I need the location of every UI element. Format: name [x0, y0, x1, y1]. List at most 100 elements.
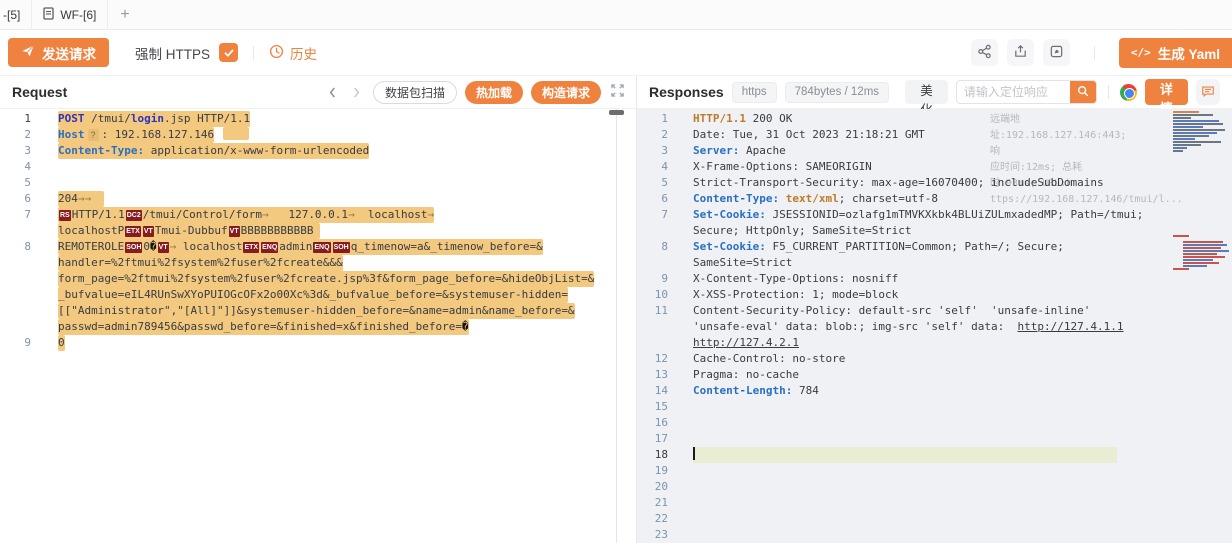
code-line: Secure; HttpOnly; SameSite=Strict [637, 223, 1232, 239]
hot-reload-button[interactable]: 热加载 [465, 81, 523, 104]
export-button[interactable] [1007, 39, 1034, 66]
main-split: Request 数据包扫描 热加载 构造请求 1POST /tmui/login… [0, 76, 1232, 543]
details-button[interactable]: 详情 [1145, 79, 1189, 105]
app-window: { "colors": { "accent": "#f0823f", "high… [0, 0, 1232, 543]
code-line: localhostPETXVTTmui-DubbufVTBBBBBBBBBBB [0, 223, 636, 239]
line-number: 6 [0, 191, 44, 207]
response-panel: Responses https 784bytes / 12ms 美化 详情 [637, 76, 1232, 543]
code-line: SameSite=Strict [637, 255, 1232, 271]
search-input[interactable] [957, 81, 1070, 103]
line-number: 6 [637, 191, 681, 207]
code-icon: </> [1131, 46, 1151, 59]
share-icon [977, 44, 992, 62]
code-line: 2Date: Tue, 31 Oct 2023 21:18:21 GMT [637, 127, 1232, 143]
export-icon [1013, 44, 1028, 62]
beautify-button[interactable]: 美化 [905, 80, 948, 104]
code-line: 1POST /tmui/login.jsp HTTP/1.1 [0, 111, 636, 127]
code-line: 16 [637, 415, 1232, 431]
line-number: 2 [637, 127, 681, 143]
code-line: 18 [637, 447, 1232, 463]
response-editor[interactable]: 远端地址:192.168.127.146:443; 响 应时间:12ms; 总耗… [637, 109, 1232, 543]
prev-request-button[interactable] [325, 87, 341, 98]
line-number [0, 255, 44, 271]
generate-yaml-button[interactable]: </> 生成 Yaml [1119, 38, 1232, 68]
code-line: 23 [637, 527, 1232, 543]
feedback-button[interactable] [1196, 79, 1220, 105]
share-button[interactable] [971, 39, 998, 66]
send-request-button[interactable]: 发送请求 [8, 38, 109, 67]
search-button[interactable] [1070, 81, 1096, 103]
tab-5[interactable]: -[5] [0, 0, 32, 29]
line-number [0, 223, 44, 239]
line-number [637, 335, 681, 351]
build-request-button[interactable]: 构造请求 [531, 81, 601, 104]
line-number: 11 [637, 303, 681, 319]
text-cursor [693, 447, 695, 460]
code-line: 14Content-Length: 784 [637, 383, 1232, 399]
request-panel: Request 数据包扫描 热加载 构造请求 1POST /tmui/login… [0, 76, 637, 543]
line-number: 20 [637, 479, 681, 495]
line-number: 9 [0, 335, 44, 351]
code-line: 1HTTP/1.1 200 OK [637, 111, 1232, 127]
line-number: 4 [0, 159, 44, 175]
code-line: 11Content-Security-Policy: default-src '… [637, 303, 1232, 319]
clock-icon [269, 44, 284, 62]
force-https-toggle: 强制 HTTPS [135, 43, 238, 63]
code-line: passwd=admin789456&passwd_before=&finish… [0, 319, 636, 335]
code-line: 8REMOTEROLESOH0�VT→ localhostETXENQadmin… [0, 239, 636, 255]
code-line: 22 [637, 511, 1232, 527]
code-line: 5 [0, 175, 636, 191]
line-number: 17 [637, 431, 681, 447]
line-number [0, 303, 44, 319]
code-line: 2Host?: 192.168.127.146 [0, 127, 636, 143]
line-number: 1 [0, 111, 44, 127]
force-https-checkbox[interactable] [219, 43, 238, 62]
line-number [0, 319, 44, 335]
document-icon [43, 7, 54, 23]
line-number: 2 [0, 127, 44, 143]
code-line: 8Set-Cookie: F5_CURRENT_PARTITION=Common… [637, 239, 1232, 255]
line-number: 1 [637, 111, 681, 127]
line-number [637, 223, 681, 239]
code-line: 15 [637, 399, 1232, 415]
size-duration-tag: 784bytes / 12ms [785, 82, 889, 103]
fullscreen-icon[interactable] [611, 84, 624, 100]
next-request-button[interactable] [349, 87, 365, 98]
toolbar-right-group: </> 生成 Yaml [971, 38, 1224, 68]
line-number: 9 [637, 271, 681, 287]
code-line: 7RSHTTP/1.1DC2/tmui/Control/form→ 127.0.… [0, 207, 636, 223]
code-line: 20 [637, 479, 1232, 495]
tab-label: WF-[6] [60, 8, 96, 22]
line-number: 13 [637, 367, 681, 383]
edit-button[interactable] [1043, 39, 1070, 66]
code-line: 5Strict-Transport-Security: max-age=1607… [637, 175, 1232, 191]
response-header-divider [1108, 85, 1109, 99]
highlight-blob [223, 127, 249, 140]
code-line: handler=%2ftmui%2fsystem%2fuser%2fcreate… [0, 255, 636, 271]
add-tab-button[interactable]: + [108, 6, 141, 24]
toolbar-divider-2 [1094, 46, 1095, 60]
code-line: form_page=%2ftmui%2fsystem%2fuser%2fcrea… [0, 271, 636, 287]
line-number: 7 [637, 207, 681, 223]
code-line: http://127.4.2.1 [637, 335, 1232, 351]
send-icon [21, 44, 35, 61]
code-line: _bufvalue=eIL4RUnSwXYoPUIOGcOFx2o00Xc%3d… [0, 287, 636, 303]
force-https-label: 强制 HTTPS [135, 43, 210, 63]
line-number: 3 [0, 143, 44, 159]
code-line: 17 [637, 431, 1232, 447]
tab-wf-6[interactable]: WF-[6] [32, 0, 108, 29]
edit-icon [1049, 44, 1064, 62]
code-line: 12Cache-Control: no-store [637, 351, 1232, 367]
line-number: 8 [637, 239, 681, 255]
history-button[interactable]: 历史 [269, 43, 317, 63]
line-number [637, 319, 681, 335]
code-line: 'unsafe-eval' data: blob:; img-src 'self… [637, 319, 1232, 335]
toolbar-divider [253, 46, 254, 60]
line-number: 23 [637, 527, 681, 543]
request-editor[interactable]: 1POST /tmui/login.jsp HTTP/1.12Host?: 19… [0, 109, 636, 543]
tab-label: -[5] [3, 8, 20, 22]
line-number [0, 271, 44, 287]
packet-scan-button[interactable]: 数据包扫描 [373, 81, 457, 104]
line-number [637, 255, 681, 271]
chrome-icon[interactable] [1120, 84, 1137, 101]
